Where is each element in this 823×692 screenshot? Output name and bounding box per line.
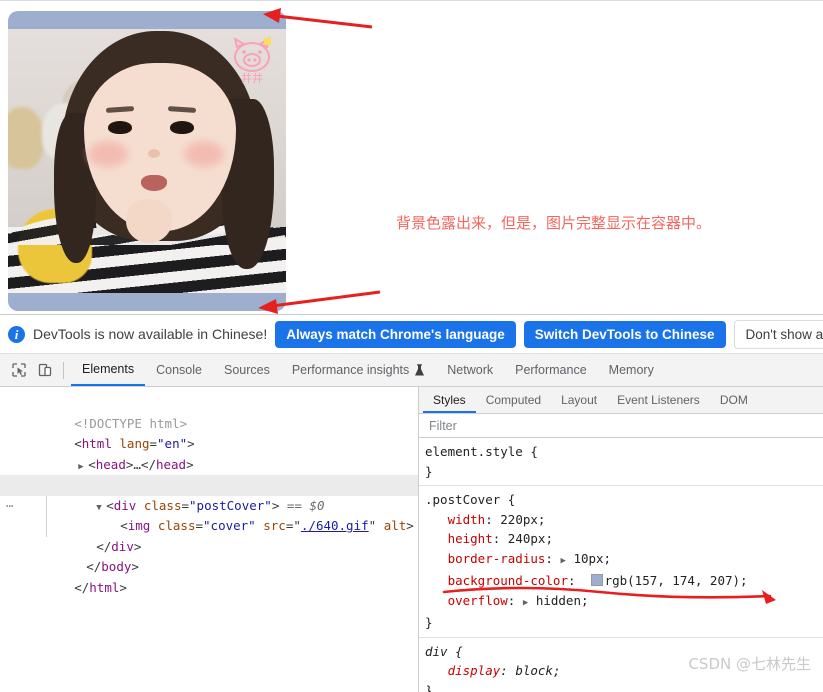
color-swatch[interactable] xyxy=(591,574,603,586)
dom-row-doctype[interactable]: <!DOCTYPE html> xyxy=(0,393,418,414)
tab-layout-label: Layout xyxy=(561,393,597,407)
tab-computed[interactable]: Computed xyxy=(476,387,551,413)
post-cover-container: 井井 xyxy=(8,11,286,311)
decl-height-property[interactable]: height xyxy=(448,531,493,546)
tab-dom[interactable]: DOM xyxy=(710,387,758,413)
rule-element-style[interactable]: element.style { } xyxy=(419,438,823,486)
dom-row-head[interactable]: ▶<head>…</head> xyxy=(0,434,418,455)
hand xyxy=(126,199,172,243)
mouth xyxy=(141,175,167,191)
rule-postcover-selector: .postCover xyxy=(425,492,500,507)
pig-watermark-icon: 井井 xyxy=(228,35,276,87)
styles-panel: Styles Computed Layout Event Listeners D… xyxy=(419,387,823,692)
eye-left xyxy=(108,121,132,134)
notification-message: DevTools is now available in Chinese! xyxy=(33,326,267,342)
experiment-flask-icon xyxy=(414,364,425,377)
dom-row-div-close[interactable]: </div> xyxy=(0,516,418,537)
plush-toy-left xyxy=(8,107,44,169)
tab-layout[interactable]: Layout xyxy=(551,387,607,413)
devtools-panels: <!DOCTYPE html> <html lang="en"> ▶<head>… xyxy=(0,387,823,692)
tab-performance-label: Performance xyxy=(515,354,587,386)
decl-display-value[interactable]: block xyxy=(515,663,553,678)
dom-row-img-cover[interactable]: <img class="cover" src="./640.gif" alt> xyxy=(0,496,418,517)
tab-console-label: Console xyxy=(156,354,202,386)
tab-styles[interactable]: Styles xyxy=(423,387,476,413)
tab-event-listeners-label: Event Listeners xyxy=(617,393,700,407)
devtools-notification-bar: i DevTools is now available in Chinese! … xyxy=(0,315,823,354)
rule-div-selector: div xyxy=(425,644,448,659)
dom-row-html-close[interactable]: </html> xyxy=(0,557,418,578)
dom-row-div-postcover[interactable]: ⋯▼<div class="postCover"> == $0 xyxy=(0,475,418,496)
tab-performance-insights[interactable]: Performance insights xyxy=(281,354,436,386)
tab-dom-label: DOM xyxy=(720,393,748,407)
tab-memory[interactable]: Memory xyxy=(598,354,665,386)
nose xyxy=(148,149,160,158)
decl-overflow-value[interactable]: hidden xyxy=(536,593,581,608)
tab-styles-label: Styles xyxy=(433,393,466,407)
devtools-tabbar: Elements Console Sources Performance ins… xyxy=(0,354,823,387)
cheek-right xyxy=(184,141,224,167)
tab-elements-label: Elements xyxy=(82,354,134,385)
decl-border-radius-value[interactable]: 10px xyxy=(573,551,603,566)
page-viewport: 井井 xyxy=(0,0,823,314)
styles-tabbar: Styles Computed Layout Event Listeners D… xyxy=(419,387,823,414)
decl-display-property[interactable]: display xyxy=(448,663,501,678)
tab-elements[interactable]: Elements xyxy=(71,354,145,386)
styles-filter-row[interactable] xyxy=(419,414,823,438)
switch-devtools-to-chinese-button[interactable]: Switch DevTools to Chinese xyxy=(524,321,726,348)
dom-row-body-close[interactable]: </body> xyxy=(0,537,418,558)
tab-network[interactable]: Network xyxy=(436,354,504,386)
info-icon: i xyxy=(8,326,25,343)
tab-network-label: Network xyxy=(447,354,493,386)
tab-event-listeners[interactable]: Event Listeners xyxy=(607,387,710,413)
cheek-left xyxy=(88,141,128,167)
tab-computed-label: Computed xyxy=(486,393,541,407)
dom-tree-panel[interactable]: <!DOCTYPE html> <html lang="en"> ▶<head>… xyxy=(0,387,419,692)
devtools-panel: i DevTools is now available in Chinese! … xyxy=(0,314,823,690)
decl-background-color-value[interactable]: rgb(157, 174, 207) xyxy=(605,573,740,588)
inspect-cursor-icon[interactable] xyxy=(6,358,32,382)
tab-memory-label: Memory xyxy=(609,354,654,386)
html-close-tag-name: html xyxy=(89,580,119,595)
decl-width-property[interactable]: width xyxy=(448,512,486,527)
svg-text:井井: 井井 xyxy=(241,71,263,85)
toolbar-separator xyxy=(63,362,64,379)
decl-width-value[interactable]: 220px xyxy=(500,512,538,527)
eye-right xyxy=(170,121,194,134)
always-match-language-button[interactable]: Always match Chrome's language xyxy=(275,321,516,348)
device-toolbar-icon[interactable] xyxy=(32,358,58,382)
dont-show-again-button[interactable]: Don't show a xyxy=(734,320,823,349)
decl-height-value[interactable]: 240px xyxy=(508,531,546,546)
tab-performance[interactable]: Performance xyxy=(504,354,598,386)
tab-performance-insights-label: Performance insights xyxy=(292,354,409,386)
styles-filter-input[interactable] xyxy=(427,418,795,434)
tab-sources-label: Sources xyxy=(224,354,270,386)
rule-postcover[interactable]: .postCover { width: 220px; height: 240px… xyxy=(419,486,823,638)
rule-div-user-agent[interactable]: div { display: block; } xyxy=(419,638,823,692)
dom-row-body-open[interactable]: ▼<body> xyxy=(0,455,418,476)
cover-image: 井井 xyxy=(8,29,286,293)
tab-sources[interactable]: Sources xyxy=(213,354,281,386)
decl-background-color-property[interactable]: background-color xyxy=(448,573,568,588)
rule-element-style-selector: element.style xyxy=(425,444,523,459)
dom-row-html-open[interactable]: <html lang="en"> xyxy=(0,414,418,435)
decl-border-radius-property[interactable]: border-radius xyxy=(448,551,546,566)
decl-overflow-property[interactable]: overflow xyxy=(448,593,508,608)
tab-console[interactable]: Console xyxy=(145,354,213,386)
